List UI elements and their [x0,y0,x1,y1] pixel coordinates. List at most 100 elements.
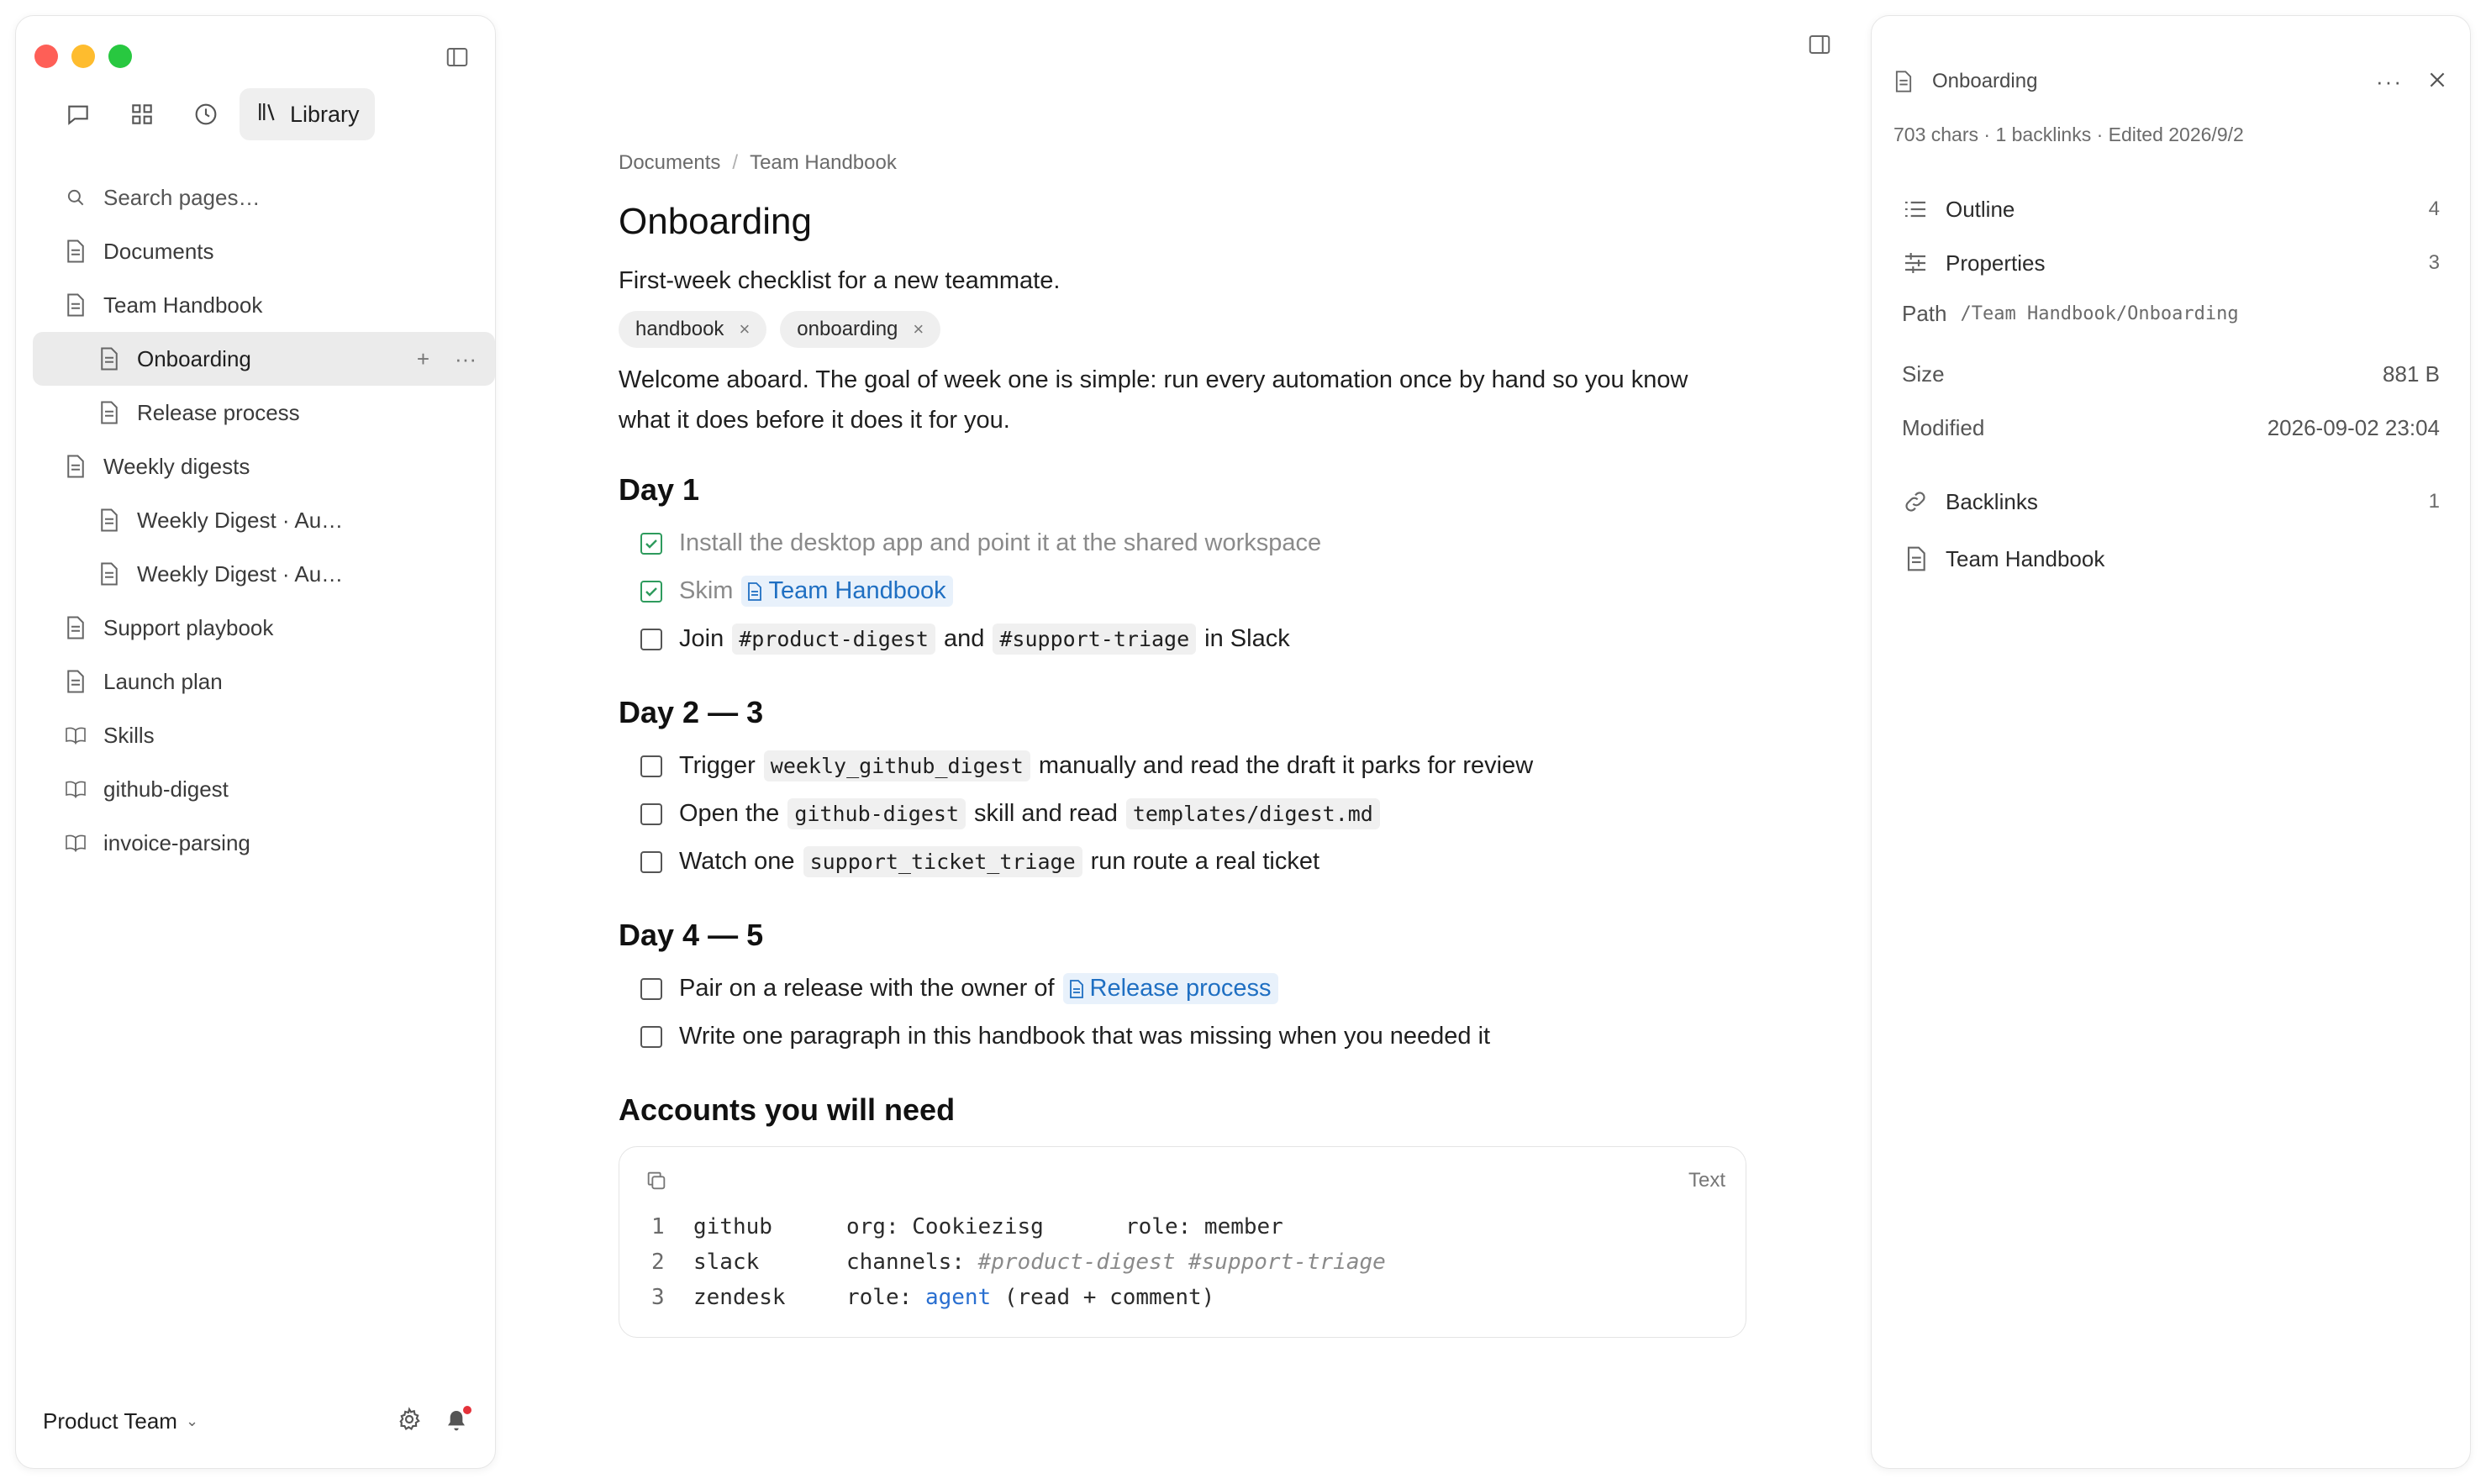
checklist-text[interactable]: run route a real ticket [1091,848,1319,876]
checkbox[interactable] [640,977,662,1000]
checklist-item: Trigger weekly_github_digest manually an… [619,742,1745,790]
section-heading[interactable]: Day 4 — 5 [619,914,1745,956]
property-value: 2026-09-02 23:04 [2267,414,2440,440]
tag-chip[interactable]: onboarding × [780,311,941,348]
section-heading[interactable]: Accounts you will need [619,1089,1745,1131]
sidebar-item-weekly-digest-2[interactable]: Weekly Digest · Au… [33,547,495,601]
window-minimize-button[interactable] [71,45,95,68]
more-options-button[interactable]: ··· [455,346,477,372]
window-maximize-button[interactable] [108,45,132,68]
library-label: Library [290,101,360,127]
breadcrumb-item[interactable]: Documents [619,151,720,175]
checkbox[interactable] [640,532,662,555]
page-title[interactable]: Onboarding [619,197,1745,247]
section-heading[interactable]: Day 1 [619,469,1745,511]
document-icon [65,669,87,694]
backlink-item[interactable]: Team Handbook [1902,542,2440,576]
backlinks-section[interactable]: Backlinks 1 [1902,485,2440,518]
checklist-item: Skim Team Handbook [619,567,1745,615]
chat-icon[interactable] [46,88,110,140]
checklist-text[interactable]: Write one paragraph in this handbook tha… [679,1023,1490,1050]
page-subtitle[interactable]: First-week checklist for a new teammate. [619,262,1745,299]
gear-icon[interactable] [396,1406,423,1437]
remove-tag-icon[interactable]: × [739,318,750,340]
sidebar-item-weekly-digests[interactable]: Weekly digests [33,439,495,493]
code-value: role: [846,1285,913,1310]
breadcrumb-item[interactable]: Team Handbook [750,151,897,175]
remove-tag-icon[interactable]: × [913,318,924,340]
checklist-text[interactable]: Open the [679,800,779,828]
sidebar-item-team-handbook[interactable]: Team Handbook [33,278,495,332]
checkbox[interactable] [640,803,662,825]
document-meta: 703 chars · 1 backlinks · Edited 2026/9/… [1893,124,2244,145]
sidebar-item-documents[interactable]: Documents [33,224,495,278]
code-value: channels: [846,1250,965,1275]
clock-icon[interactable] [174,88,238,140]
sidebar-item-skills[interactable]: Skills [33,708,495,762]
inline-code[interactable]: #product-digest [732,624,935,655]
copy-icon[interactable] [645,1169,668,1192]
section-heading[interactable]: Day 2 — 3 [619,692,1745,734]
tag-chip[interactable]: handbook × [619,311,767,348]
intro-paragraph[interactable]: Welcome aboard. The goal of week one is … [619,360,1745,440]
document-icon [65,454,87,479]
sidebar-item-label: github-digest [103,776,229,802]
checkbox[interactable] [640,580,662,603]
checkbox[interactable] [640,628,662,650]
code-block[interactable]: Text 1 github org: Cookiezisg role: memb… [619,1146,1746,1338]
page-link[interactable]: Team Handbook [741,576,953,607]
sidebar-item-github-digest[interactable]: github-digest [33,762,495,816]
checklist-text[interactable]: Join [679,625,724,653]
checklist-text[interactable]: Install the desktop app and point it at … [679,529,1321,557]
sidebar-toggle-icon[interactable] [445,45,470,70]
checkbox[interactable] [640,755,662,777]
checklist-text[interactable]: Trigger [679,752,756,780]
close-icon[interactable] [2426,69,2448,95]
panel-title: Onboarding [1932,70,2038,92]
inline-code[interactable]: support_ticket_triage [803,846,1082,877]
sidebar-item-support-playbook[interactable]: Support playbook [33,601,495,655]
page-link[interactable]: Release process [1062,973,1278,1004]
checklist-text[interactable]: skill and read [974,800,1118,828]
checklist-text[interactable]: in Slack [1204,625,1290,653]
inline-code[interactable]: github-digest [787,798,966,829]
properties-section[interactable]: Properties 3 [1902,246,2440,280]
sidebar-item-invoice-parsing[interactable]: invoice-parsing [33,816,495,870]
sidebar-item-onboarding[interactable]: Onboarding + ··· [33,332,495,386]
backlink-label: Team Handbook [1946,545,2105,571]
sidebar-item-weekly-digest-1[interactable]: Weekly Digest · Au… [33,493,495,547]
property-label: Size [1902,360,1945,387]
checkbox[interactable] [640,850,662,873]
property-value[interactable]: /Team Handbook/Onboarding [1961,303,2239,324]
inline-code[interactable]: templates/digest.md [1125,798,1380,829]
checklist-text[interactable]: Pair on a release with the owner of [679,975,1055,1002]
grid-icon[interactable] [110,88,174,140]
inline-code[interactable]: weekly_github_digest [763,750,1030,781]
checklist-item: Write one paragraph in this handbook tha… [619,1013,1745,1060]
library-tab[interactable]: Library [240,88,375,140]
code-comment: #product-digest #support-triage [977,1250,1386,1275]
checklist-text[interactable]: Watch one [679,848,795,876]
checklist-text[interactable]: and [944,625,984,653]
sliders-icon [1905,253,1925,273]
search-input[interactable]: Search pages… [33,171,495,224]
code-language-label[interactable]: Text [1688,1169,1725,1192]
panel-toggle-icon[interactable] [1807,32,1832,57]
document-icon [65,239,87,264]
checkbox[interactable] [640,1025,662,1048]
search-placeholder: Search pages… [103,184,261,210]
checklist-text[interactable]: Skim [679,577,733,605]
sidebar-item-release-process[interactable]: Release process [33,386,495,439]
add-subpage-button[interactable]: + [417,346,429,372]
outline-section[interactable]: Outline 4 [1902,192,2440,226]
more-options-button[interactable]: ··· [2376,69,2403,95]
document-icon [98,561,120,587]
window-close-button[interactable] [34,45,58,68]
bell-icon[interactable] [443,1406,471,1434]
sidebar-item-launch-plan[interactable]: Launch plan [33,655,495,708]
document-icon [98,346,120,371]
team-switcher[interactable]: Product Team ⌄ [43,1408,198,1434]
checklist-text[interactable]: manually and read the draft it parks for… [1039,752,1533,780]
inline-code[interactable]: #support-triage [993,624,1197,655]
property-path: Path /Team Handbook/Onboarding [1902,297,2440,330]
